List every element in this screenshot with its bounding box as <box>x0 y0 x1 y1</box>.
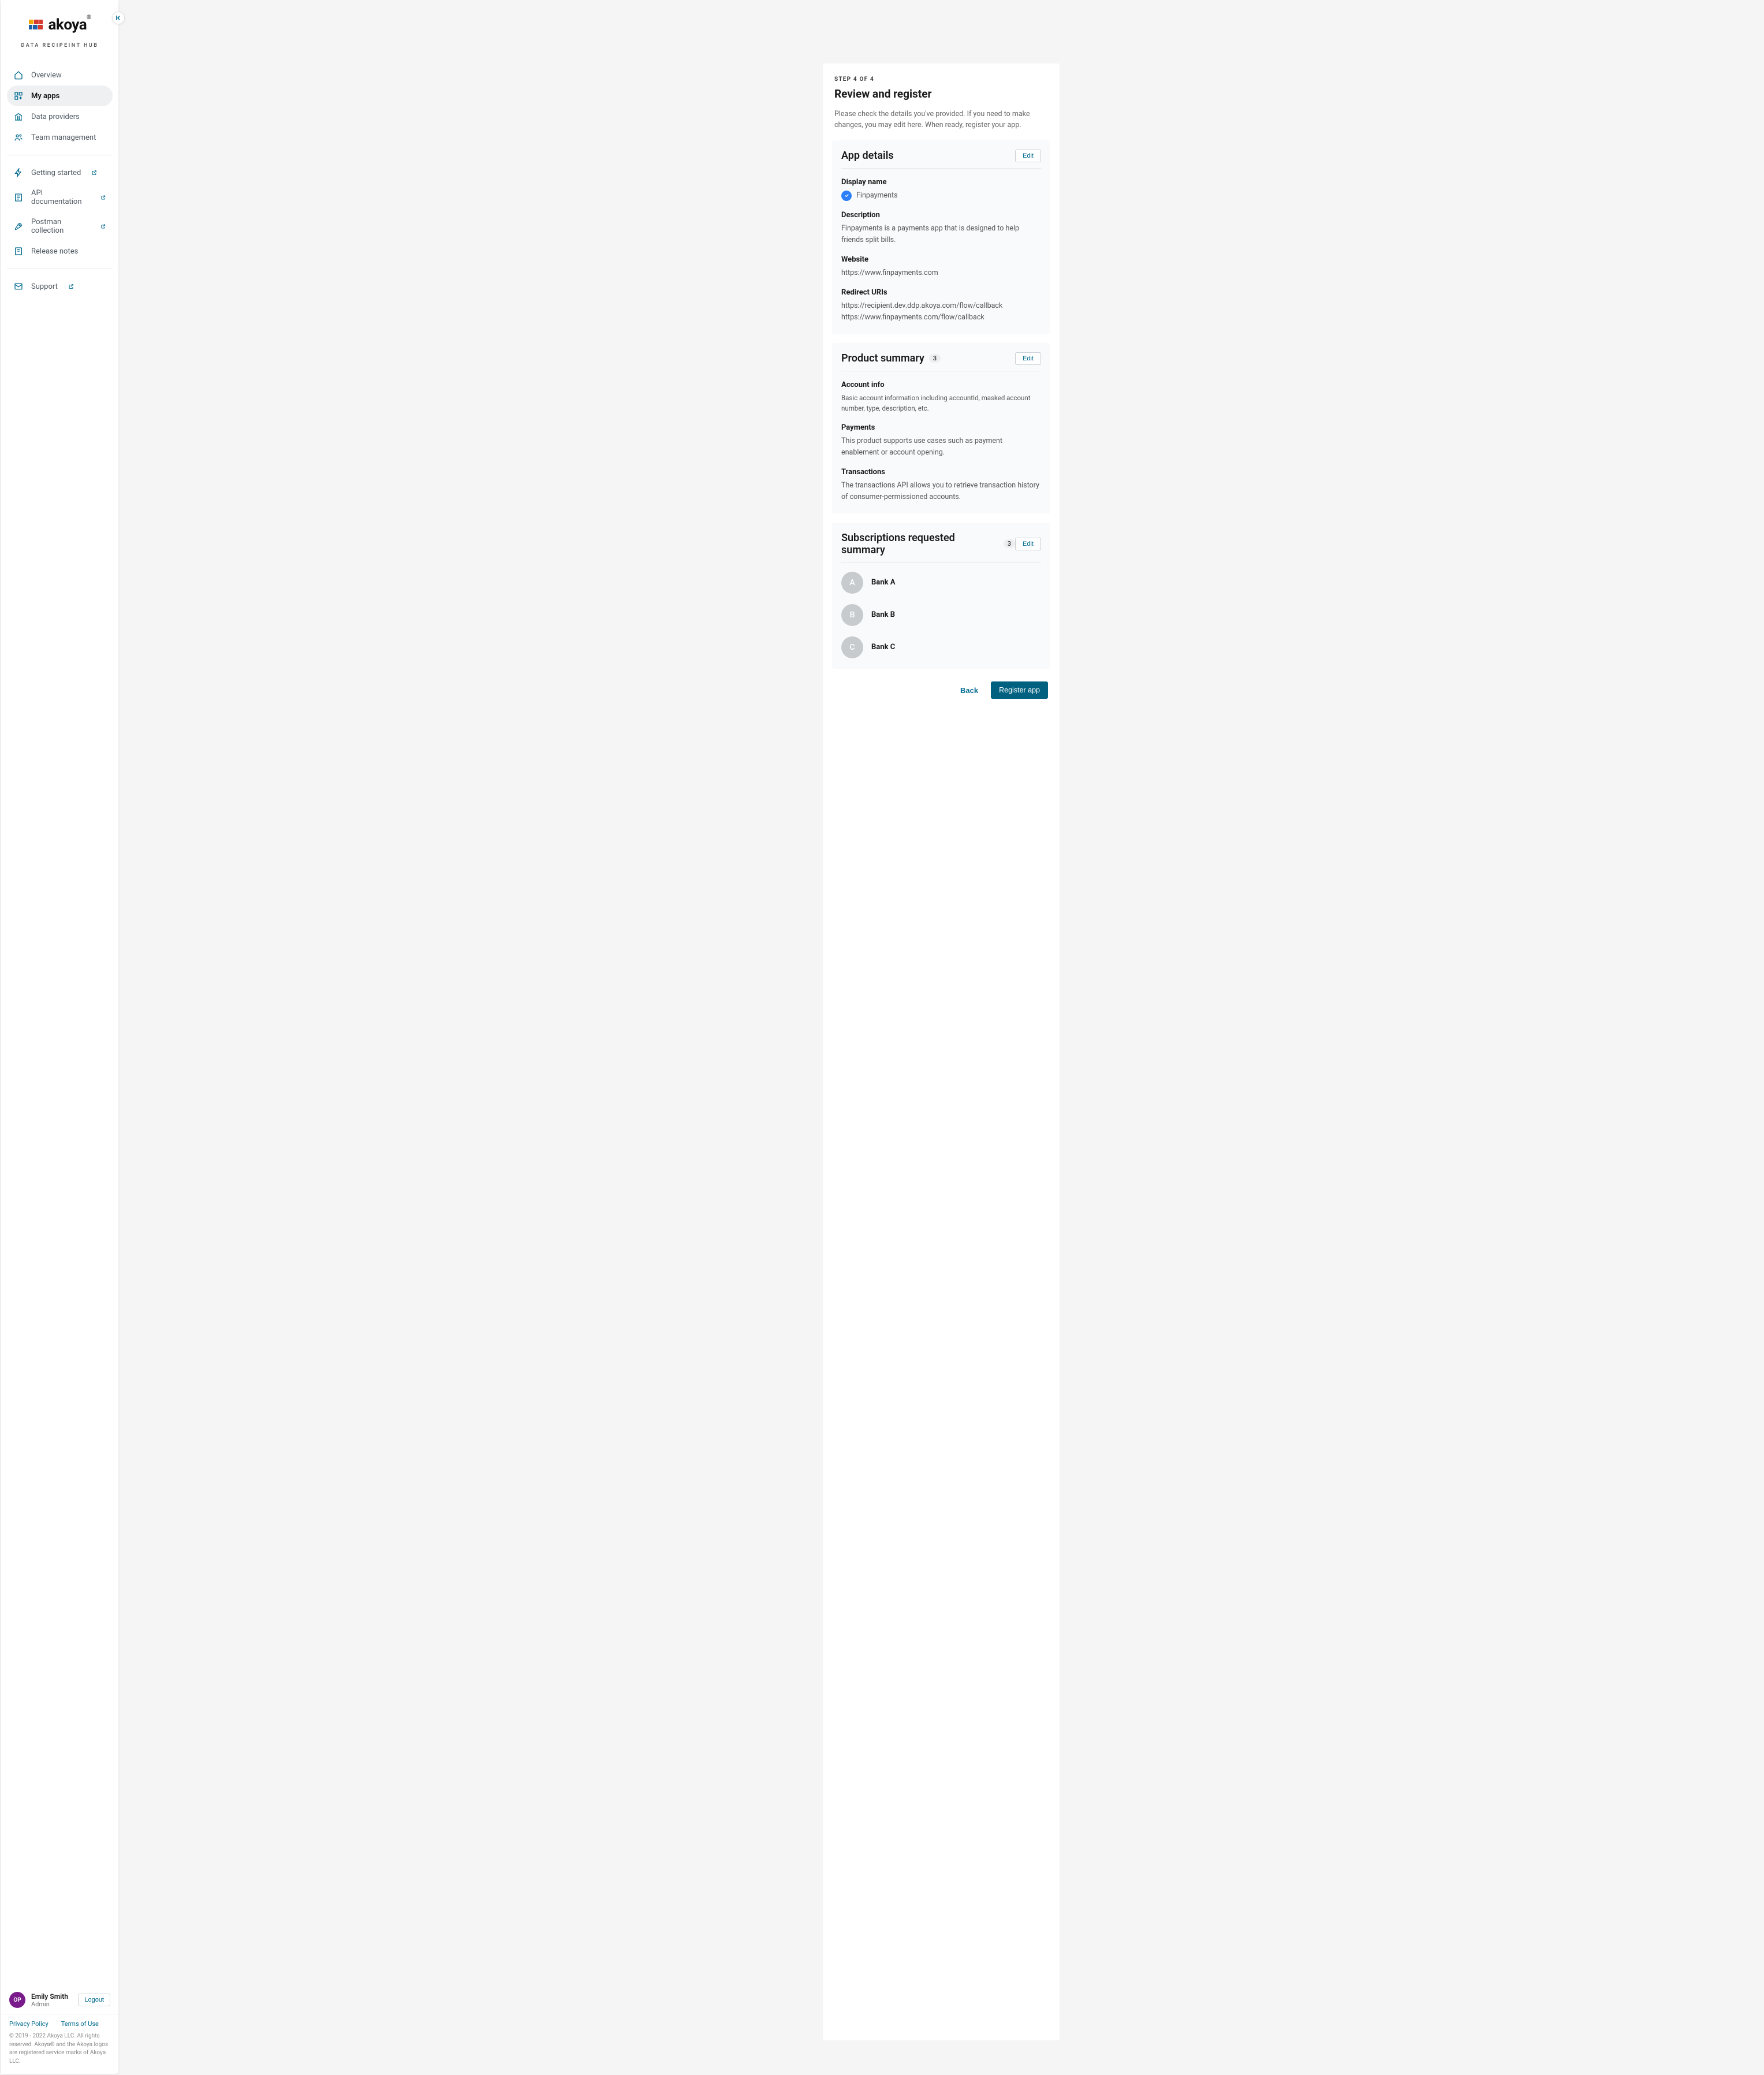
sidebar: akoya® DATA RECIPEINT HUB Overview My ap… <box>1 0 118 2074</box>
website-value: https://www.finpayments.com <box>841 267 1041 279</box>
main: STEP 4 OF 4 Review and register Please c… <box>118 0 1764 2075</box>
redirect-uris-label: Redirect URIs <box>841 288 1041 297</box>
user-name: Emily Smith <box>31 1992 72 2001</box>
sidebar-item-team-management[interactable]: Team management <box>7 127 113 148</box>
nav-label: Team management <box>31 133 96 142</box>
brand-name: akoya® <box>49 16 91 33</box>
sidebar-item-getting-started[interactable]: Getting started <box>7 162 113 183</box>
external-link-icon <box>91 170 97 176</box>
nav-label: Postman collection <box>31 218 90 235</box>
redirect-uri-value: https://www.finpayments.com/flow/callbac… <box>841 312 1041 323</box>
subscription-name: Bank A <box>871 578 895 587</box>
nav-label: Support <box>31 282 58 291</box>
website-label: Website <box>841 255 1041 264</box>
sidebar-item-data-providers[interactable]: Data providers <box>7 106 113 127</box>
product-title: Payments <box>841 423 1041 432</box>
redirect-uris-list: https://recipient.dev.ddp.akoya.com/flow… <box>841 300 1041 323</box>
page-actions: Back Register app <box>823 678 1060 702</box>
description-value: Finpayments is a payments app that is de… <box>841 223 1041 246</box>
apps-icon <box>14 91 23 100</box>
subscription-item: C Bank C <box>841 636 1041 658</box>
bolt-icon <box>14 168 23 177</box>
subscription-initial-icon: C <box>841 636 863 658</box>
collapse-icon <box>115 15 121 21</box>
section-app-details: App details Edit Display name Finpayment… <box>832 140 1050 334</box>
step-label: STEP 4 OF 4 <box>834 76 1048 83</box>
external-link-icon <box>68 284 74 289</box>
page-card: STEP 4 OF 4 Review and register Please c… <box>823 64 1060 2040</box>
product-title: Account info <box>841 381 1041 389</box>
logo-icon <box>29 20 45 30</box>
privacy-link[interactable]: Privacy Policy <box>9 2020 49 2028</box>
register-app-button[interactable]: Register app <box>991 681 1048 699</box>
legal-block: Privacy Policy Terms of Use © 2019 - 202… <box>1 2014 118 2066</box>
section-subscriptions: Subscriptions requested summary 3 Edit A… <box>832 523 1050 669</box>
product-desc: Basic account information including acco… <box>841 393 1041 414</box>
external-link-icon <box>100 223 106 229</box>
nav-label: Release notes <box>31 247 78 256</box>
subscription-initial-icon: A <box>841 572 863 594</box>
section-title: Subscriptions requested summary <box>841 532 999 556</box>
brand-block: akoya® DATA RECIPEINT HUB <box>1 0 118 54</box>
subscription-initial-icon: B <box>841 604 863 626</box>
section-title: Product summary <box>841 352 924 364</box>
team-icon <box>14 133 23 142</box>
sidebar-item-overview[interactable]: Overview <box>7 65 113 85</box>
sidebar-item-release-notes[interactable]: Release notes <box>7 241 113 262</box>
brand-tagline: DATA RECIPEINT HUB <box>13 43 107 49</box>
subscription-count-badge: 3 <box>1004 539 1015 548</box>
subscription-name: Bank C <box>871 643 895 651</box>
app-logo-icon <box>841 191 852 201</box>
section-title: App details <box>841 150 894 162</box>
nav-label: Overview <box>31 71 62 80</box>
rocket-icon <box>14 222 23 231</box>
primary-nav: Overview My apps Data providers Team man… <box>1 54 118 297</box>
product-title: Transactions <box>841 468 1041 476</box>
sidebar-item-api-docs[interactable]: API documentation <box>7 183 113 212</box>
section-product-summary: Product summary 3 Edit Account info Basi… <box>832 343 1050 513</box>
terms-link[interactable]: Terms of Use <box>61 2020 99 2028</box>
edit-product-summary-button[interactable]: Edit <box>1015 352 1041 365</box>
external-link-icon <box>100 195 106 200</box>
product-count-badge: 3 <box>929 354 941 363</box>
product-desc: This product supports use cases such as … <box>841 435 1041 459</box>
copyright-text: © 2019 - 2022 Akoya LLC. All rights rese… <box>9 2032 110 2066</box>
display-name-value: Finpayments <box>856 190 898 202</box>
home-icon <box>14 70 23 80</box>
edit-app-details-button[interactable]: Edit <box>1015 150 1041 162</box>
subscription-name: Bank B <box>871 610 895 619</box>
nav-label: Getting started <box>31 169 81 177</box>
edit-subscriptions-button[interactable]: Edit <box>1015 538 1041 550</box>
back-button[interactable]: Back <box>957 681 982 699</box>
notes-icon <box>14 247 23 256</box>
page-title: Review and register <box>834 87 1048 100</box>
nav-label: Data providers <box>31 113 80 121</box>
mail-icon <box>14 282 23 291</box>
nav-label: My apps <box>31 92 59 100</box>
redirect-uri-value: https://recipient.dev.ddp.akoya.com/flow… <box>841 300 1041 312</box>
subscription-item: A Bank A <box>841 572 1041 594</box>
sidebar-item-support[interactable]: Support <box>7 276 113 297</box>
doc-icon <box>14 193 23 202</box>
subscription-item: B Bank B <box>841 604 1041 626</box>
product-desc: The transactions API allows you to retri… <box>841 480 1041 503</box>
sidebar-item-postman[interactable]: Postman collection <box>7 212 113 241</box>
logout-button[interactable]: Logout <box>78 1994 110 2006</box>
avatar: OP <box>9 1992 25 2008</box>
page-intro: Please check the details you've provided… <box>834 109 1048 131</box>
bank-icon <box>14 112 23 121</box>
nav-label: API documentation <box>31 189 90 206</box>
collapse-sidebar-button[interactable] <box>112 12 125 24</box>
sidebar-item-my-apps[interactable]: My apps <box>7 85 113 106</box>
display-name-label: Display name <box>841 178 1041 187</box>
description-label: Description <box>841 211 1041 219</box>
user-row: OP Emily Smith Admin Logout <box>1 1986 118 2014</box>
user-role: Admin <box>31 2001 72 2008</box>
